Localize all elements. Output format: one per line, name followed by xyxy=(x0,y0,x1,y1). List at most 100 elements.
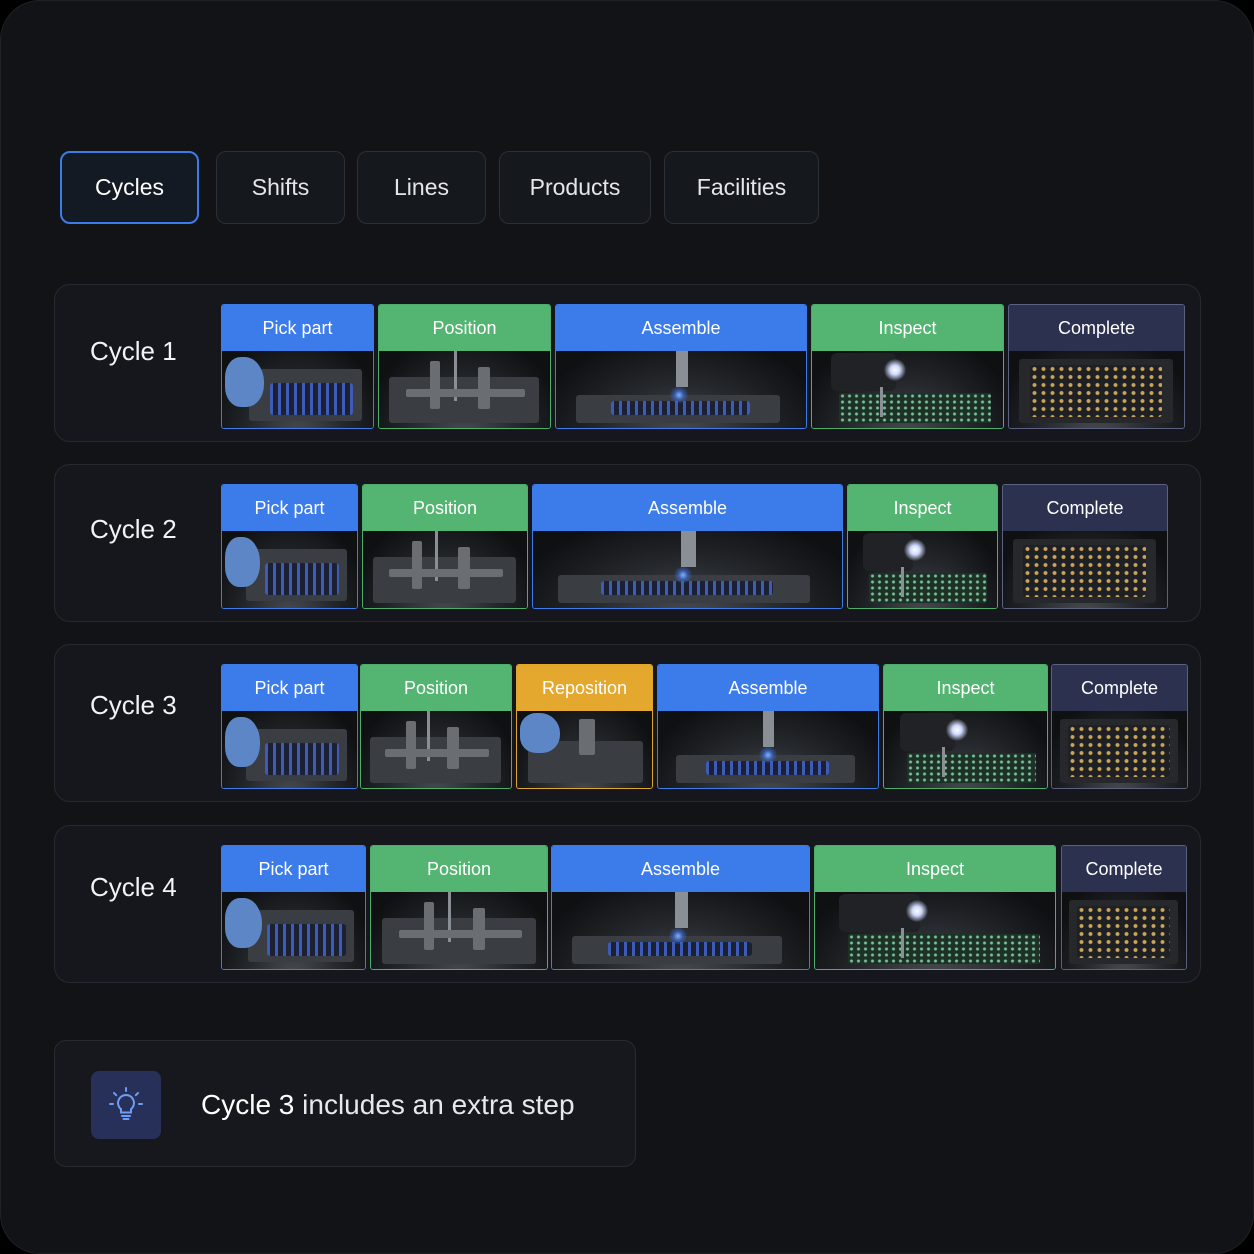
thumbnail-shape xyxy=(675,351,688,387)
step-label: Complete xyxy=(1052,665,1187,711)
step-label: Reposition xyxy=(517,665,652,711)
step-label: Assemble xyxy=(533,485,842,531)
step-label: Position xyxy=(379,305,550,351)
step-inspect[interactable]: Inspect xyxy=(883,664,1048,789)
thumbnail-shape xyxy=(430,361,440,409)
thumbnail-shape xyxy=(578,719,595,755)
step-complete[interactable]: Complete xyxy=(1008,304,1185,429)
thumbnail-shape xyxy=(1022,545,1147,597)
step-position[interactable]: Position xyxy=(370,845,548,970)
step-label: Complete xyxy=(1003,485,1167,531)
step-thumbnail xyxy=(848,531,997,608)
step-pick[interactable]: Pick part xyxy=(221,845,366,970)
step-label: Inspect xyxy=(812,305,1003,351)
cycle-row-2[interactable]: Cycle 2 Pick part Position Assemble Inspe… xyxy=(54,464,1201,622)
step-complete[interactable]: Complete xyxy=(1061,845,1187,970)
thumbnail-shape xyxy=(477,367,490,409)
step-label: Inspect xyxy=(815,846,1055,892)
step-position[interactable]: Position xyxy=(360,664,512,789)
step-thumbnail xyxy=(379,351,550,428)
step-position[interactable]: Position xyxy=(378,304,551,429)
thumbnail-shape xyxy=(225,357,264,407)
thumbnail-shape xyxy=(264,743,339,775)
step-label: Pick part xyxy=(222,846,365,892)
thumbnail-shape xyxy=(1029,365,1163,417)
step-thumbnail xyxy=(1003,531,1167,608)
cycle-label: Cycle 3 xyxy=(90,690,177,720)
lightbulb-icon xyxy=(91,1071,161,1139)
step-assemble[interactable]: Assemble xyxy=(657,664,879,789)
step-label: Pick part xyxy=(222,305,373,351)
thumbnail-shape xyxy=(901,567,905,597)
step-pick[interactable]: Pick part xyxy=(221,304,374,429)
thumbnail-shape xyxy=(671,567,694,583)
tab-products[interactable]: Products xyxy=(499,151,651,224)
thumbnail-shape xyxy=(608,942,752,956)
tab-facilities[interactable]: Facilities xyxy=(664,151,819,224)
thumbnail-shape xyxy=(264,563,339,595)
tab-shifts[interactable]: Shifts xyxy=(216,151,345,224)
insight-text: includes an extra step xyxy=(294,1089,575,1120)
step-reposition[interactable]: Reposition xyxy=(516,664,653,789)
step-thumbnail xyxy=(361,711,511,788)
step-thumbnail xyxy=(517,711,652,788)
cycle-row-3[interactable]: Cycle 3 Pick part Position Reposition Ass… xyxy=(54,644,1201,802)
step-thumbnail xyxy=(556,351,806,428)
step-thumbnail xyxy=(658,711,878,788)
thumbnail-shape xyxy=(389,569,504,577)
step-assemble[interactable]: Assemble xyxy=(555,304,807,429)
step-thumbnail xyxy=(371,892,547,969)
app-window: Cycles Shifts Lines Products Facilities … xyxy=(0,0,1254,1254)
step-inspect[interactable]: Inspect xyxy=(811,304,1004,429)
thumbnail-shape xyxy=(519,713,560,753)
cycle-row-1[interactable]: Cycle 1 Pick part Position Assemble Inspe… xyxy=(54,284,1201,442)
step-pick[interactable]: Pick part xyxy=(221,664,358,789)
insight-card: Cycle 3 includes an extra step xyxy=(54,1040,636,1167)
step-inspect[interactable]: Inspect xyxy=(814,845,1056,970)
step-label: Complete xyxy=(1009,305,1184,351)
step-complete[interactable]: Complete xyxy=(1002,484,1168,609)
thumbnail-shape xyxy=(945,719,968,741)
thumbnail-shape xyxy=(224,717,260,767)
thumbnail-shape xyxy=(423,902,434,950)
step-pick[interactable]: Pick part xyxy=(221,484,358,609)
thumbnail-shape xyxy=(399,930,522,938)
thumbnail-shape xyxy=(610,401,751,415)
thumbnail-shape xyxy=(906,753,1037,783)
step-label: Position xyxy=(361,665,511,711)
insight-highlight: Cycle 3 xyxy=(201,1089,295,1120)
step-label: Pick part xyxy=(222,665,357,711)
step-thumbnail xyxy=(222,892,365,969)
tab-lines[interactable]: Lines xyxy=(357,151,486,224)
step-thumbnail xyxy=(363,531,527,608)
thumbnail-shape xyxy=(838,393,991,423)
thumbnail-shape xyxy=(369,737,502,783)
thumbnail-shape xyxy=(901,928,905,958)
cycle-row-4[interactable]: Cycle 4 Pick part Position Assemble Inspe… xyxy=(54,825,1201,983)
step-assemble[interactable]: Assemble xyxy=(551,845,810,970)
step-complete[interactable]: Complete xyxy=(1051,664,1188,789)
step-position[interactable]: Position xyxy=(362,484,528,609)
step-label: Position xyxy=(363,485,527,531)
step-label: Position xyxy=(371,846,547,892)
step-thumbnail xyxy=(812,351,1003,428)
thumbnail-shape xyxy=(457,547,470,589)
thumbnail-shape xyxy=(600,581,774,595)
thumbnail-shape xyxy=(674,892,688,928)
tab-cycles[interactable]: Cycles xyxy=(60,151,199,224)
thumbnail-shape xyxy=(706,761,829,775)
thumbnail-shape xyxy=(904,539,927,561)
step-label: Assemble xyxy=(658,665,878,711)
step-thumbnail xyxy=(1009,351,1184,428)
thumbnail-shape xyxy=(868,573,988,603)
step-thumbnail xyxy=(222,351,373,428)
insight-message: Cycle 3 includes an extra step xyxy=(201,1089,575,1121)
thumbnail-shape xyxy=(389,377,539,423)
step-label: Inspect xyxy=(848,485,997,531)
cycle-label: Cycle 1 xyxy=(90,336,177,366)
step-assemble[interactable]: Assemble xyxy=(532,484,843,609)
step-label: Assemble xyxy=(556,305,806,351)
step-thumbnail xyxy=(533,531,842,608)
thumbnail-shape xyxy=(411,541,422,589)
step-inspect[interactable]: Inspect xyxy=(847,484,998,609)
